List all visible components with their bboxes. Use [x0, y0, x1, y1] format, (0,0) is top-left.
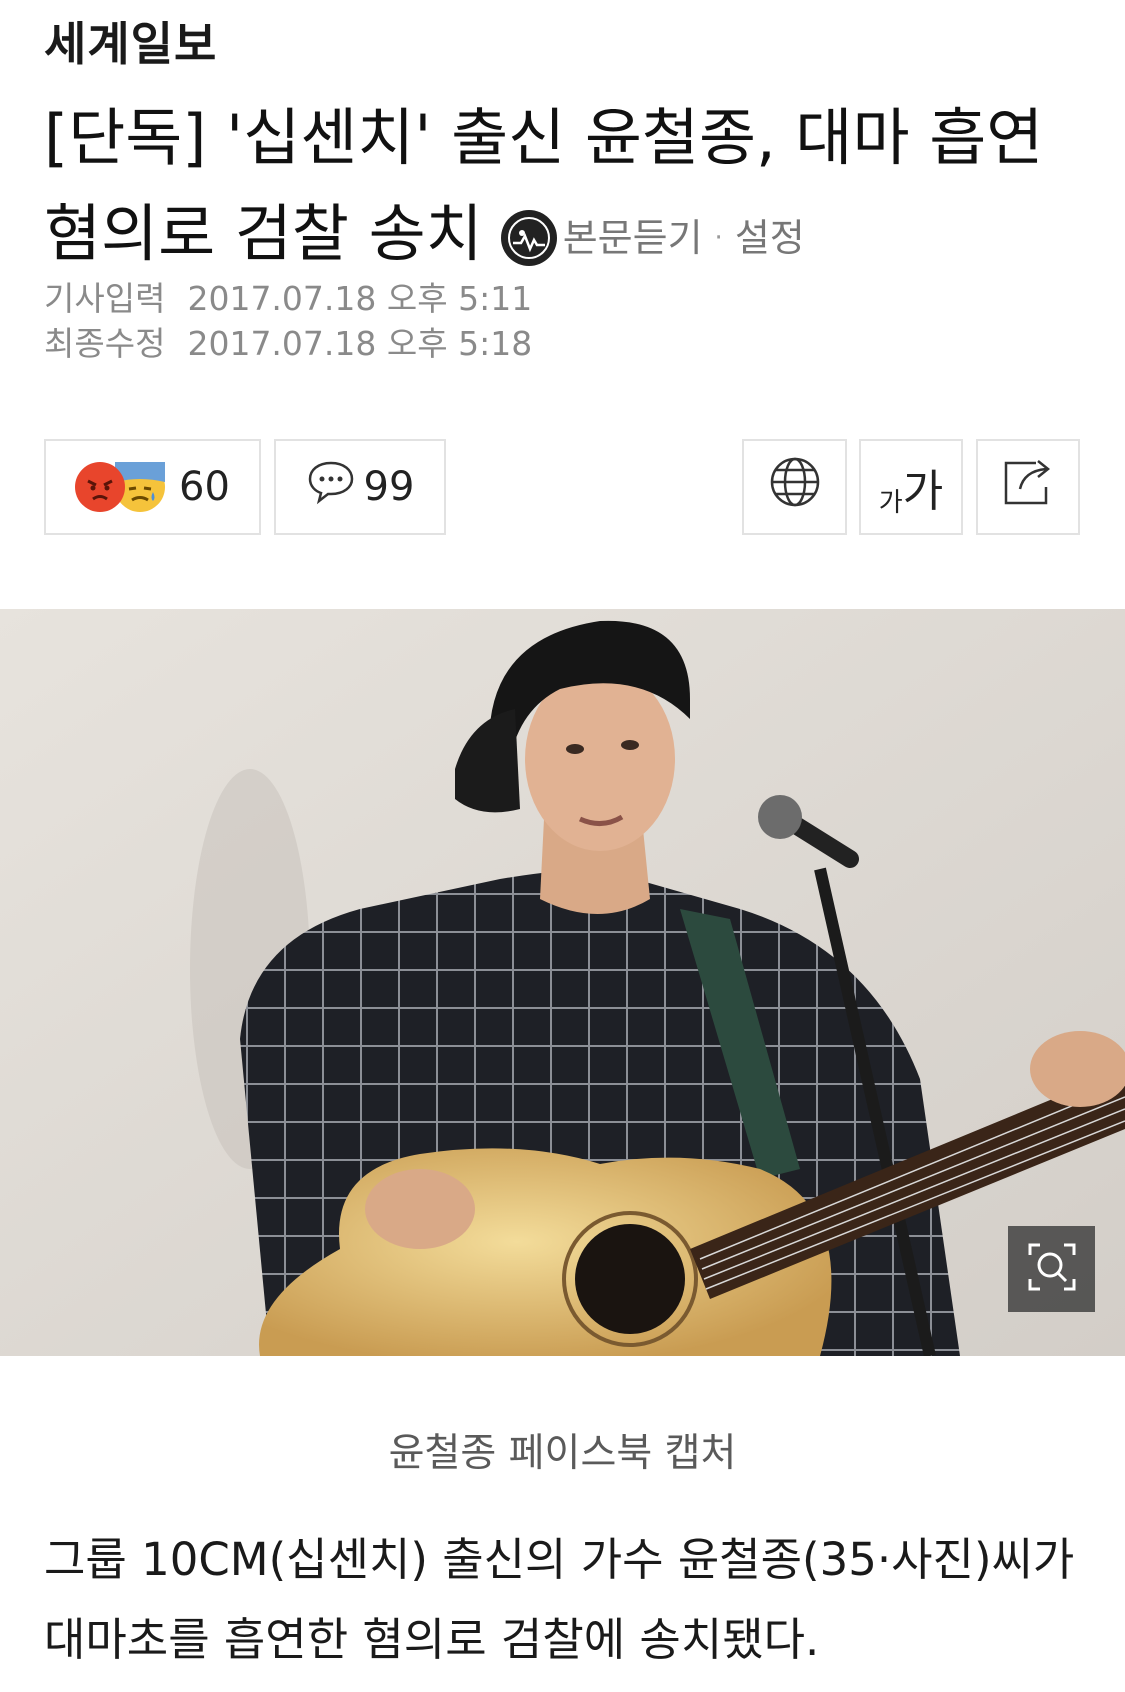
globe-icon: [768, 455, 822, 519]
tts-icon[interactable]: [500, 209, 557, 266]
angry-emoji-icon: [75, 462, 126, 512]
tts-separator: ·: [714, 222, 723, 253]
reaction-count: 60: [179, 464, 230, 510]
article-headline: [단독] '십센치' 출신 윤철종, 대마 흡연 혐의로 검찰 송치 본문듣기 …: [44, 90, 1084, 286]
published-time: 기사입력 2017.07.18 오후 5:11: [44, 272, 532, 320]
tts-control[interactable]: 본문듣기 · 설정: [500, 190, 805, 286]
font-size-large-glyph: 가: [902, 466, 944, 517]
share-icon: [1000, 457, 1056, 517]
font-size-button[interactable]: 가가: [859, 439, 963, 535]
comment-count: 99: [363, 464, 415, 510]
font-size-icon: 가가: [879, 455, 943, 519]
press-logo[interactable]: 세계일보: [44, 8, 217, 74]
reaction-button[interactable]: 60: [44, 439, 261, 535]
published-label: 기사입력: [44, 279, 166, 318]
font-size-small-glyph: 가: [878, 488, 903, 518]
comment-icon: [306, 459, 356, 515]
translate-button[interactable]: [742, 439, 847, 535]
modified-value: 2017.07.18 오후 5:18: [187, 324, 533, 363]
tts-label[interactable]: 본문듣기: [563, 190, 703, 286]
article-body: 그룹 10CM(십센치) 출신의 가수 윤철종(35·사진)씨가 대마초를 흡연…: [44, 1533, 1075, 1666]
zoom-icon: [1024, 1239, 1080, 1299]
published-value: 2017.07.18 오후 5:11: [187, 279, 533, 318]
modified-label: 최종수정: [44, 324, 166, 363]
image-zoom-button[interactable]: [1008, 1226, 1095, 1312]
article-photo[interactable]: [0, 609, 1125, 1356]
share-button[interactable]: [976, 439, 1080, 535]
modified-time: 최종수정 2017.07.18 오후 5:18: [44, 317, 532, 365]
tts-settings-link[interactable]: 설정: [735, 190, 805, 286]
photo-caption: 윤철종 페이스북 캡처: [388, 1431, 737, 1476]
comment-button[interactable]: 99: [274, 439, 446, 535]
